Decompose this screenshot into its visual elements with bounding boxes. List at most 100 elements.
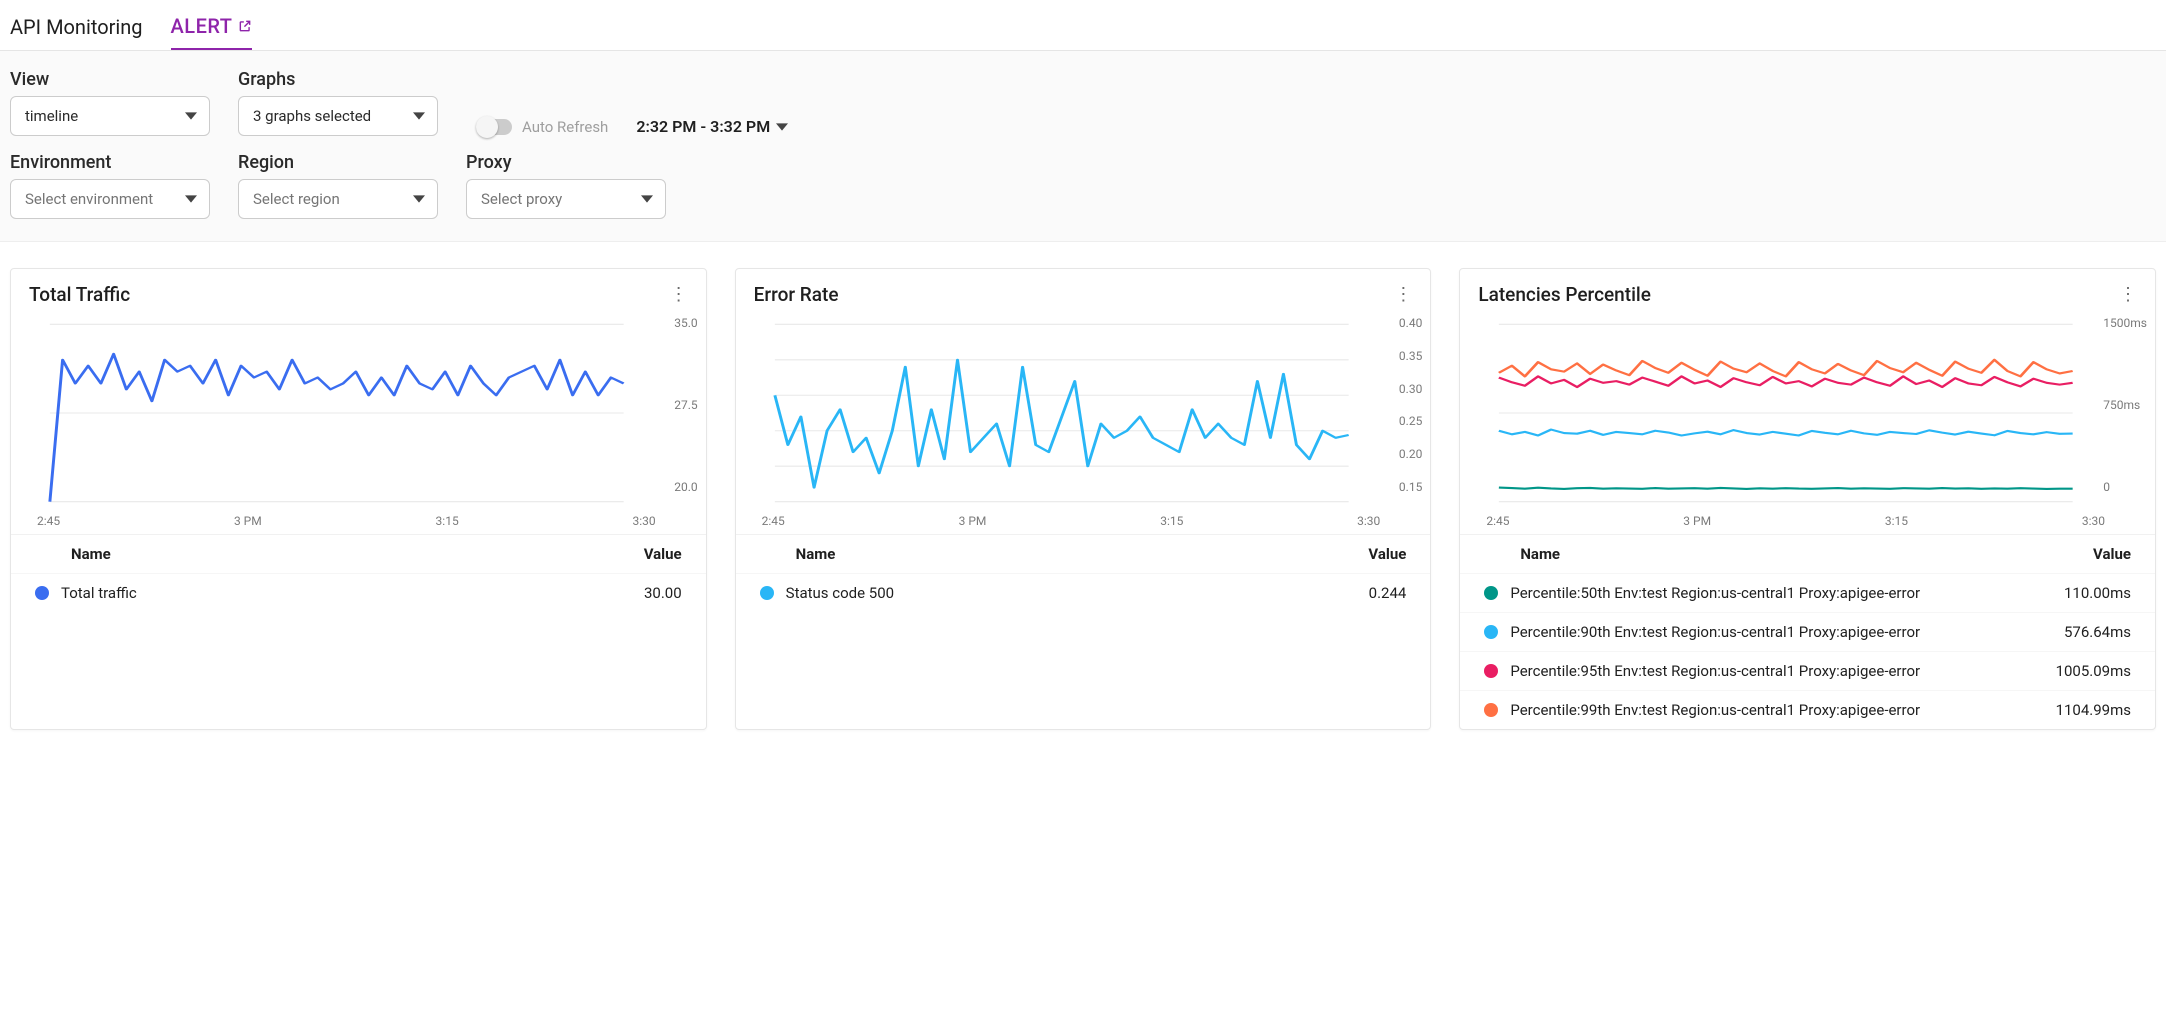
legend-value: 30.00 [592,584,682,602]
legend-name: Percentile:50th Env:test Region:us-centr… [1510,584,2029,602]
legend-col-value: Value [602,545,682,563]
chevron-down-icon [413,110,425,122]
select-environment[interactable]: Select environment [10,179,210,219]
legend-col-value: Value [1326,545,1406,563]
external-link-icon [238,19,252,33]
field-region: Region Select region [238,152,438,219]
select-graphs-value: 3 graphs selected [253,107,371,125]
legend-dot [1484,703,1498,717]
y-tick: 0.30 [1399,382,1422,396]
card-title: Error Rate [754,283,839,306]
chevron-down-icon [776,121,788,133]
field-environment: Environment Select environment [10,152,210,219]
select-region-placeholder: Select region [253,190,340,208]
select-environment-placeholder: Select environment [25,190,153,208]
select-proxy[interactable]: Select proxy [466,179,666,219]
chart-svg [766,318,1417,508]
legend-col-name: Name [1520,545,2051,563]
legend-body[interactable]: Percentile:50th Env:test Region:us-centr… [1460,573,2155,729]
tab-alert-label: ALERT [171,14,233,38]
label-environment: Environment [10,152,210,173]
field-proxy: Proxy Select proxy [466,152,666,219]
legend-body[interactable]: Total traffic 30.00 [11,573,706,612]
y-tick: 0.15 [1399,480,1422,494]
y-tick: 0 [2103,480,2147,494]
legend-col-name: Name [71,545,602,563]
legend-dot [1484,664,1498,678]
legend-dot [1484,586,1498,600]
card-traffic: Total Traffic⋮35.027.520.02:453 PM3:153:… [10,268,707,730]
y-tick: 27.5 [674,398,697,412]
legend-name: Percentile:90th Env:test Region:us-centr… [1510,623,2029,641]
field-view: View timeline [10,69,210,136]
chart-area: 0.40 0.35 0.30 0.25 0.20 0.15 [736,312,1431,512]
x-tick: 2:45 [37,514,60,528]
legend-row: Percentile:99th Env:test Region:us-centr… [1460,690,2155,729]
x-tick: 3:15 [1160,514,1183,528]
select-view[interactable]: timeline [10,96,210,136]
x-tick: 3:30 [633,514,656,528]
x-tick: 3:15 [1885,514,1908,528]
chevron-down-icon [641,193,653,205]
select-region[interactable]: Select region [238,179,438,219]
chart-svg [41,318,692,508]
legend-col-name: Name [796,545,1327,563]
y-tick: 750ms [2103,398,2147,412]
auto-refresh-control: Auto Refresh [476,118,608,136]
chart-svg [1490,318,2141,508]
x-tick: 3 PM [234,514,262,528]
legend-row: Status code 5000.244 [736,573,1431,612]
chevron-down-icon [413,193,425,205]
chart-area: 1500ms 750ms 0 [1460,312,2155,512]
select-view-value: timeline [25,107,78,125]
y-tick: 0.25 [1399,414,1422,428]
label-graphs: Graphs [238,69,438,90]
chevron-down-icon [185,110,197,122]
legend-value: 110.00ms [2041,584,2131,602]
top-tabs: API Monitoring ALERT [0,0,2166,51]
legend-dot [35,586,49,600]
select-proxy-placeholder: Select proxy [481,190,562,208]
tab-alert[interactable]: ALERT [171,8,253,50]
chart-area: 35.027.520.0 [11,312,706,512]
legend-name: Percentile:95th Env:test Region:us-centr… [1510,662,2029,680]
label-region: Region [238,152,438,173]
label-proxy: Proxy [466,152,666,173]
card-title: Total Traffic [29,283,130,306]
x-tick: 3 PM [1683,514,1711,528]
auto-refresh-label: Auto Refresh [522,118,608,136]
more-menu-icon[interactable]: ⋮ [670,286,688,304]
time-range-picker[interactable]: 2:32 PM - 3:32 PM [636,117,788,136]
y-tick: 1500ms [2103,316,2147,330]
y-tick: 20.0 [674,480,697,494]
y-tick: 0.40 [1399,316,1422,330]
card-latency: Latencies Percentile⋮1500ms750ms02:453 P… [1459,268,2156,730]
legend-name: Status code 500 [786,584,1305,602]
legend-name: Percentile:99th Env:test Region:us-centr… [1510,701,2029,719]
more-menu-icon[interactable]: ⋮ [2119,286,2137,304]
cards-grid: Total Traffic⋮35.027.520.02:453 PM3:153:… [0,242,2166,756]
legend-dot [760,586,774,600]
x-tick: 2:45 [1486,514,1509,528]
y-tick: 0.35 [1399,349,1422,363]
legend-body[interactable]: Status code 5000.244 [736,573,1431,612]
legend-row: Percentile:90th Env:test Region:us-centr… [1460,612,2155,651]
x-tick: 3:30 [2082,514,2105,528]
chevron-down-icon [185,193,197,205]
x-tick: 2:45 [762,514,785,528]
x-tick: 3:15 [436,514,459,528]
legend-col-value: Value [2051,545,2131,563]
more-menu-icon[interactable]: ⋮ [1394,286,1412,304]
legend-row: Percentile:50th Env:test Region:us-centr… [1460,573,2155,612]
legend-value: 576.64ms [2041,623,2131,641]
time-range-value: 2:32 PM - 3:32 PM [636,117,770,136]
tab-api-monitoring[interactable]: API Monitoring [10,9,143,49]
legend-name: Total traffic [61,584,580,602]
auto-refresh-toggle[interactable] [476,119,512,135]
x-tick: 3 PM [959,514,987,528]
legend-row: Total traffic 30.00 [11,573,706,612]
y-tick: 0.20 [1399,447,1422,461]
label-view: View [10,69,210,90]
legend-row: Percentile:95th Env:test Region:us-centr… [1460,651,2155,690]
select-graphs[interactable]: 3 graphs selected [238,96,438,136]
